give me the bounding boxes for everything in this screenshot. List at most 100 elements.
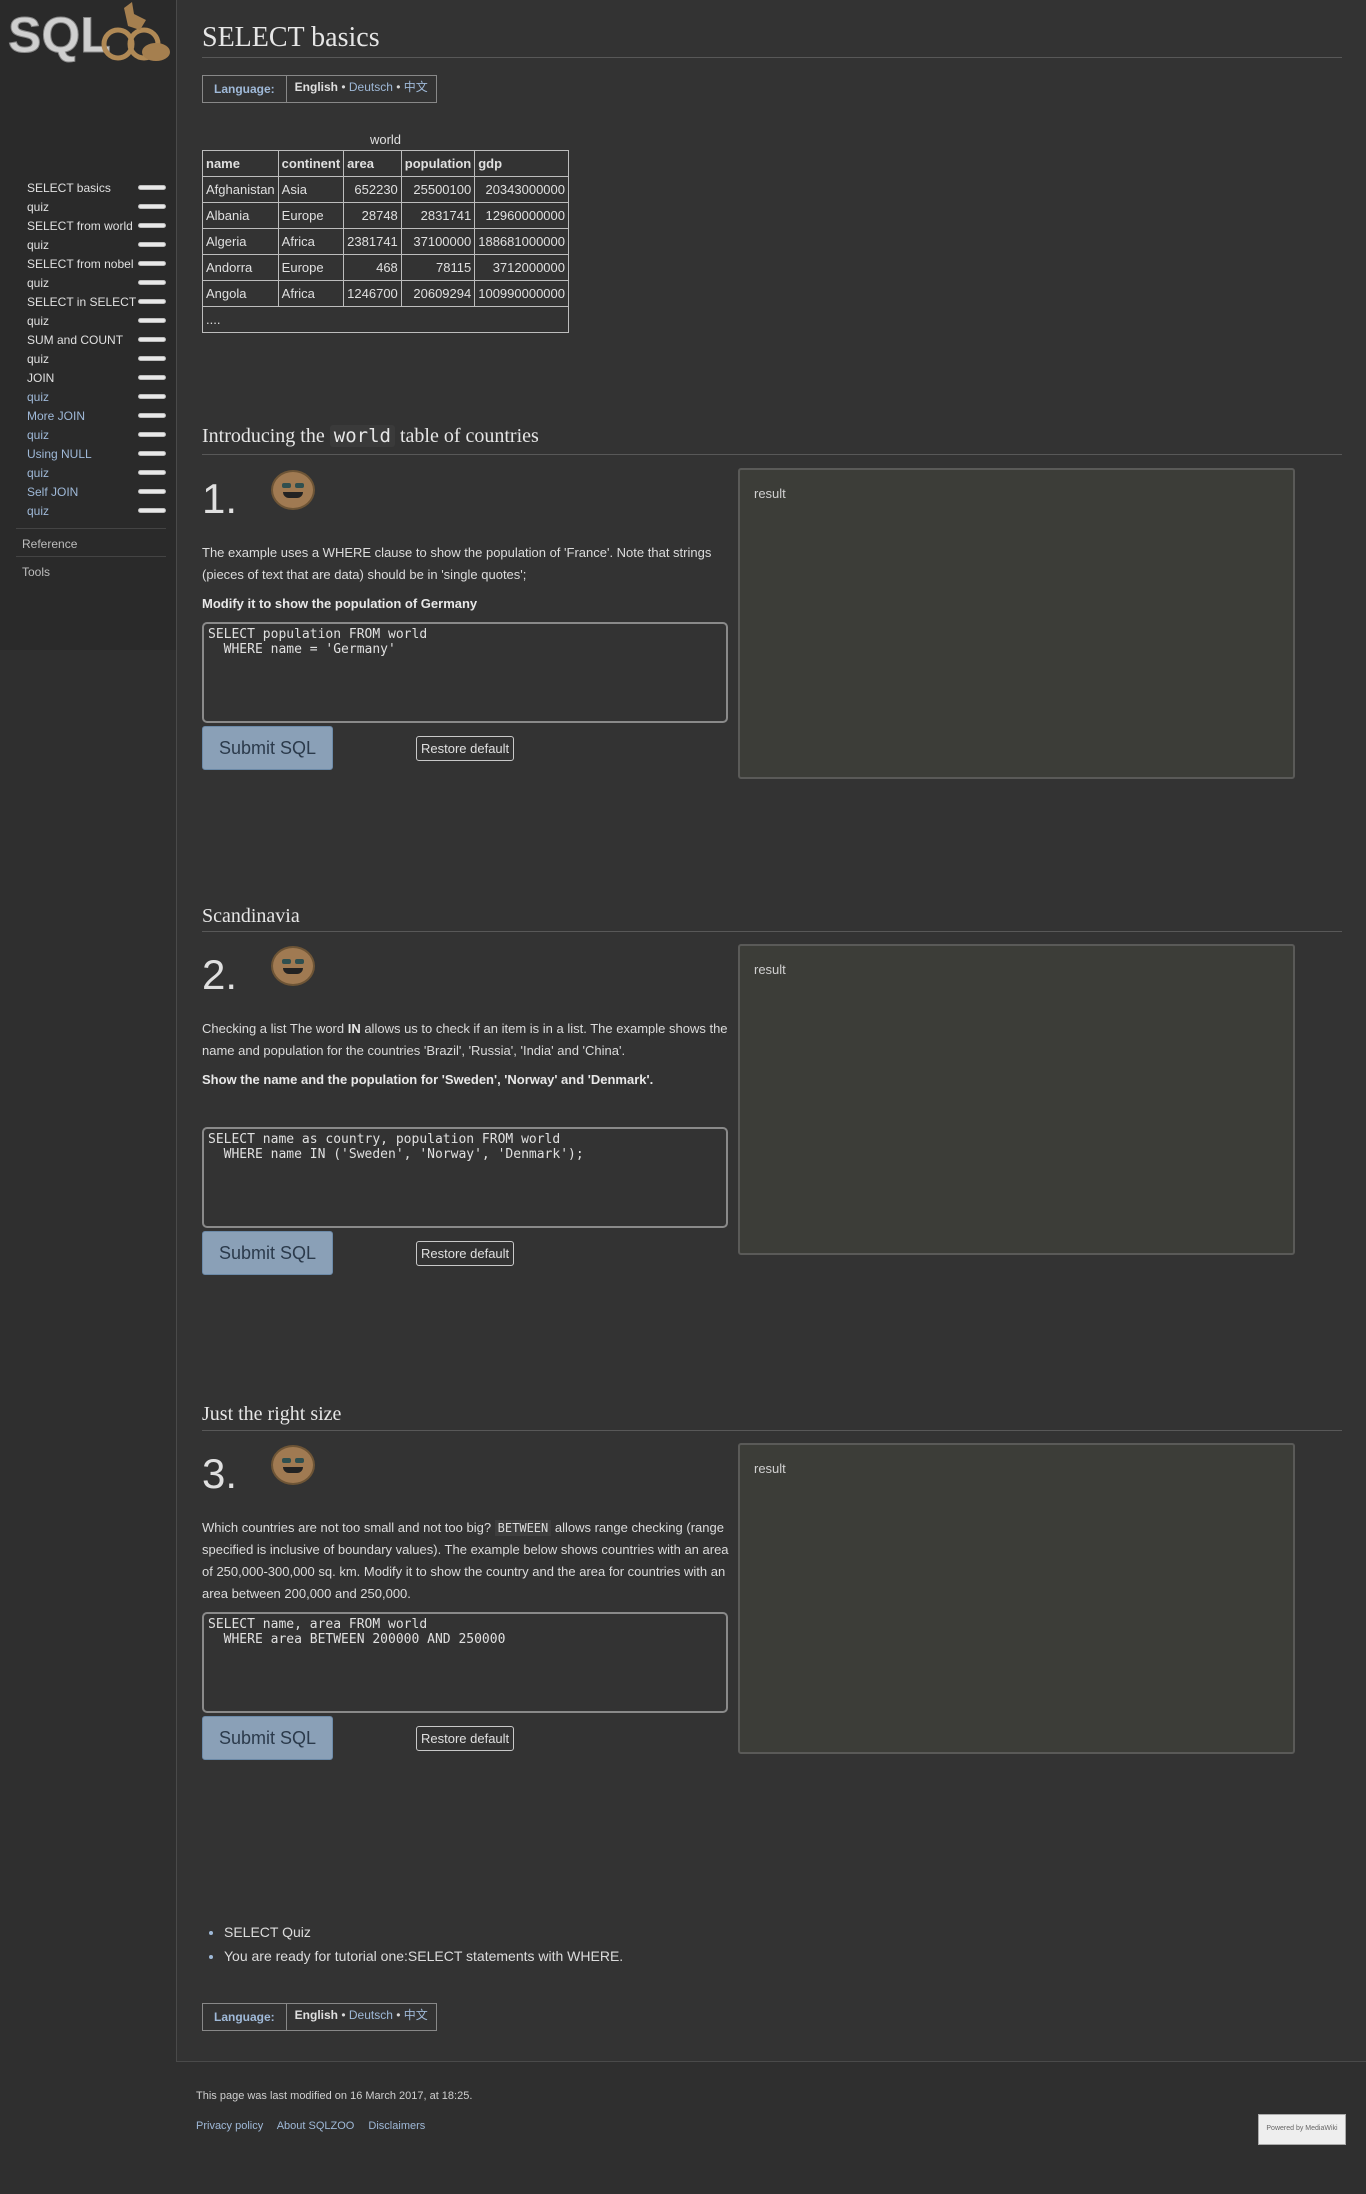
restore-default-button-2[interactable]: Restore default (416, 1241, 515, 1266)
language-label: Language: (203, 2004, 287, 2030)
sqlzoo-logo[interactable]: SQL (6, 0, 170, 68)
sidebar-item[interactable]: More JOIN (0, 406, 176, 425)
restore-default-button-3[interactable]: Restore default (416, 1726, 515, 1751)
face-eye (295, 483, 304, 488)
mediawiki-badge[interactable]: Powered by MediaWiki (1258, 2114, 1346, 2145)
sidebar-item[interactable]: JOIN (0, 368, 176, 387)
progress-bar (138, 204, 166, 209)
title-rule (202, 57, 1342, 58)
next-links: SELECT Quiz You are ready for tutorial o… (202, 1920, 623, 1968)
progress-bar (138, 185, 166, 190)
sidebar: SQL SELECT basics quiz SELECT from world qu… (0, 0, 176, 650)
sidebar-item-label: SELECT in SELECT (27, 295, 137, 309)
sidebar-item[interactable]: quiz (0, 311, 176, 330)
table-cell: 2831741 (400, 202, 476, 229)
result-panel-1[interactable]: result (738, 468, 1295, 779)
progress-bar (138, 451, 166, 456)
sidebar-item[interactable]: quiz (0, 235, 176, 254)
table-cell: Andorra (202, 254, 279, 281)
sidebar-item[interactable]: quiz (0, 197, 176, 216)
progress-bar (138, 280, 166, 285)
sidebar-item-label: SUM and COUNT (27, 333, 124, 347)
sidebar-item[interactable]: Using NULL (0, 444, 176, 463)
language-deutsch[interactable]: Deutsch (349, 2008, 393, 2022)
language-options: English • Deutsch • 中文 (287, 2004, 436, 2030)
sidebar-item[interactable]: quiz (0, 273, 176, 292)
sidebar-item[interactable]: quiz (0, 463, 176, 482)
language-deutsch[interactable]: Deutsch (349, 80, 393, 94)
section-1-heading-code: world (329, 425, 395, 447)
submit-sql-button-3[interactable]: Submit SQL (202, 1716, 333, 1760)
table-cell: Africa (277, 280, 345, 307)
sidebar-item[interactable]: SELECT from world (0, 216, 176, 235)
svg-text:SQL: SQL (8, 7, 111, 63)
submit-sql-button-2[interactable]: Submit SQL (202, 1231, 333, 1275)
sidebar-tools[interactable]: Tools (22, 565, 50, 579)
world-table: world name continent area population gdp Afg… (202, 132, 569, 333)
footer-disclaimers-link[interactable]: Disclaimers (368, 2120, 425, 2132)
footer-about-link[interactable]: About SQLZOO (277, 2120, 355, 2132)
sidebar-divider (16, 528, 166, 529)
progress-bar (138, 394, 166, 399)
question-3-text-code: BETWEEN (494, 1520, 552, 1536)
restore-default-button-1[interactable]: Restore default (416, 736, 515, 761)
link-next-tutorial[interactable]: You are ready for tutorial one:SELECT st… (224, 1944, 623, 1968)
sidebar-item[interactable]: quiz (0, 387, 176, 406)
question-2-text: Checking a list The word IN allows us to… (202, 1018, 732, 1062)
sidebar-item[interactable]: quiz (0, 425, 176, 444)
table-cell: Afghanistan (202, 176, 279, 203)
progress-face-icon (271, 1445, 315, 1485)
submit-sql-button-1[interactable]: Submit SQL (202, 726, 333, 770)
progress-bar (138, 413, 166, 418)
progress-bar (138, 242, 166, 247)
language-box: Language: English • Deutsch • 中文 (202, 75, 437, 103)
language-chinese[interactable]: 中文 (404, 80, 428, 94)
table-cell: Algeria (202, 228, 279, 255)
question-1-task: Modify it to show the population of Germ… (202, 593, 732, 615)
sidebar-item[interactable]: quiz (0, 349, 176, 368)
section-3-rule (202, 1430, 1342, 1431)
sidebar-reference[interactable]: Reference (22, 537, 77, 551)
link-select-quiz[interactable]: SELECT Quiz (224, 1920, 623, 1944)
sidebar-item[interactable]: Self JOIN (0, 482, 176, 501)
sidebar-item[interactable]: SELECT from nobel (0, 254, 176, 273)
language-english: English (294, 2008, 339, 2022)
question-1-text: The example uses a WHERE clause to show … (202, 545, 712, 582)
progress-bar (138, 299, 166, 304)
sql-editor-1[interactable]: SELECT population FROM world WHERE name … (202, 622, 728, 723)
progress-bar (138, 375, 166, 380)
sql-editor-3[interactable]: SELECT name, area FROM world WHERE area … (202, 1612, 728, 1713)
sidebar-item-label: SELECT from world (27, 219, 133, 233)
progress-bar (138, 223, 166, 228)
sidebar-item[interactable]: SUM and COUNT (0, 330, 176, 349)
question-2-task: Show the name and the population for 'Sw… (202, 1069, 732, 1091)
result-label: result (754, 486, 786, 501)
table-cell: Asia (277, 176, 345, 203)
sidebar-item-label: quiz (27, 200, 50, 214)
question-1-task-text: Modify it to show the population of Germ… (202, 596, 478, 611)
table-cell: 12960000000 (474, 202, 569, 229)
result-panel-2[interactable]: result (738, 944, 1295, 1255)
sidebar-item[interactable]: SELECT in SELECT (0, 292, 176, 311)
language-chinese[interactable]: 中文 (404, 2008, 428, 2022)
question-3-text-pre: Which countries are not too small and no… (202, 1520, 495, 1535)
progress-face-icon (271, 470, 315, 510)
sidebar-item[interactable]: SELECT basics (0, 178, 176, 197)
section-1-heading-pre: Introducing the (202, 425, 330, 447)
footer-privacy-link[interactable]: Privacy policy (196, 2120, 263, 2132)
table-cell: 78115 (400, 254, 476, 281)
table-row: Algeria Africa 2381741 37100000 188681000000 (202, 228, 569, 255)
sidebar-item-label: quiz (27, 466, 50, 480)
section-2-heading: Scandinavia (202, 905, 300, 927)
table-cell: 188681000000 (474, 228, 569, 255)
face-eye (282, 959, 291, 964)
sql-editor-2[interactable]: SELECT name as country, population FROM … (202, 1127, 728, 1228)
world-column-header: area (343, 150, 402, 177)
sidebar-item[interactable]: quiz (0, 501, 176, 520)
progress-bar (138, 318, 166, 323)
question-1-number: 1. (202, 475, 238, 522)
table-cell: 25500100 (400, 176, 476, 203)
result-panel-3[interactable]: result (738, 1443, 1295, 1754)
world-column-header: gdp (474, 150, 569, 177)
progress-bar (138, 432, 166, 437)
